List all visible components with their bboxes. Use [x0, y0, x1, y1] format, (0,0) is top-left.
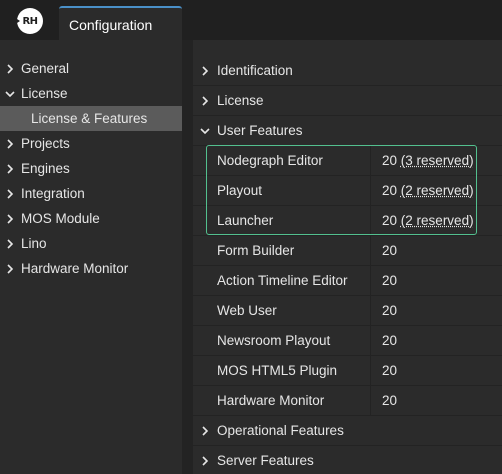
sidebar: General License License & Features Proje…	[0, 40, 182, 474]
feature-name: Web User	[217, 303, 277, 318]
feature-name: Newsroom Playout	[217, 333, 331, 348]
panel-divider[interactable]	[182, 40, 193, 474]
feature-row-launcher: Launcher 20 (2 reserved)	[193, 206, 502, 236]
column-separator	[370, 326, 371, 355]
feature-name: Launcher	[217, 213, 274, 228]
feature-row-form-builder: Form Builder 20	[193, 236, 502, 266]
section-label: Identification	[217, 63, 293, 78]
feature-count: 20	[382, 303, 398, 318]
top-bar: RH Configuration	[0, 0, 502, 40]
chevron-right-icon[interactable]	[4, 56, 16, 81]
section-operational-features[interactable]: Operational Features	[193, 416, 502, 446]
sidebar-item-projects[interactable]: Projects	[0, 131, 182, 156]
column-separator	[370, 386, 371, 415]
sidebar-item-label: MOS Module	[21, 211, 100, 226]
sidebar-item-label: License & Features	[31, 111, 148, 126]
column-separator	[370, 236, 371, 265]
feature-count: 20	[382, 243, 398, 258]
feature-row-newsroom-playout: Newsroom Playout 20	[193, 326, 502, 356]
sidebar-item-lino[interactable]: Lino	[0, 231, 182, 256]
chevron-right-icon[interactable]	[4, 231, 16, 256]
section-label: Operational Features	[217, 423, 344, 438]
reserved-link[interactable]: (2 reserved)	[401, 183, 474, 198]
column-separator	[370, 146, 371, 175]
sidebar-item-hardware-monitor[interactable]: Hardware Monitor	[0, 256, 182, 281]
section-server-features[interactable]: Server Features	[193, 446, 502, 474]
feature-count: 20	[382, 183, 398, 198]
feature-name: Hardware Monitor	[217, 393, 325, 408]
column-separator	[370, 206, 371, 235]
feature-count: 20	[382, 273, 398, 288]
feature-row-mos-html5-plugin: MOS HTML5 Plugin 20	[193, 356, 502, 386]
feature-name: Form Builder	[217, 243, 295, 258]
section-label: User Features	[217, 123, 303, 138]
feature-count: 20	[382, 213, 398, 228]
feature-count: 20	[382, 333, 398, 348]
reserved-link[interactable]: (2 reserved)	[401, 213, 474, 228]
section-label: Server Features	[217, 453, 314, 468]
column-separator	[370, 266, 371, 295]
sidebar-item-general[interactable]: General	[0, 56, 182, 81]
chevron-right-icon[interactable]	[4, 156, 16, 181]
sidebar-item-engines[interactable]: Engines	[0, 156, 182, 181]
section-user-features[interactable]: User Features	[193, 116, 502, 146]
feature-value: 20 (2 reserved)	[382, 206, 474, 235]
chevron-right-icon[interactable]	[4, 256, 16, 281]
feature-name: Action Timeline Editor	[217, 273, 348, 288]
main-panel: Identification License User Features Nod…	[193, 40, 502, 474]
chevron-right-icon[interactable]	[199, 416, 211, 445]
feature-name: Nodegraph Editor	[217, 153, 323, 168]
sidebar-item-label: Lino	[21, 236, 47, 251]
column-separator	[370, 176, 371, 205]
sidebar-item-label: Projects	[21, 136, 70, 151]
chevron-right-icon[interactable]	[199, 446, 211, 474]
feature-value: 20 (3 reserved)	[382, 146, 474, 175]
sidebar-item-label: License	[21, 86, 68, 101]
feature-row-web-user: Web User 20	[193, 296, 502, 326]
section-identification[interactable]: Identification	[193, 56, 502, 86]
sidebar-item-label: Engines	[21, 161, 70, 176]
app-logo: RH	[14, 8, 43, 34]
section-license[interactable]: License	[193, 86, 502, 116]
chevron-right-icon[interactable]	[199, 56, 211, 85]
feature-count: 20	[382, 393, 398, 408]
reserved-link[interactable]: (3 reserved)	[401, 153, 474, 168]
sidebar-item-label: Hardware Monitor	[21, 261, 129, 276]
sidebar-item-license-features[interactable]: License & Features	[0, 106, 182, 131]
feature-name: MOS HTML5 Plugin	[217, 363, 338, 378]
sidebar-item-label: Integration	[21, 186, 85, 201]
feature-count: 20	[382, 363, 398, 378]
feature-row-nodegraph-editor: Nodegraph Editor 20 (3 reserved)	[193, 146, 502, 176]
tab-label: Configuration	[69, 17, 153, 33]
feature-value: 20 (2 reserved)	[382, 176, 474, 205]
tab-configuration[interactable]: Configuration	[59, 6, 182, 40]
chevron-right-icon[interactable]	[4, 181, 16, 206]
sidebar-item-integration[interactable]: Integration	[0, 181, 182, 206]
feature-count: 20	[382, 153, 398, 168]
section-label: License	[217, 93, 264, 108]
chevron-right-icon[interactable]	[199, 86, 211, 115]
logo-notch	[14, 17, 20, 25]
chevron-right-icon[interactable]	[4, 131, 16, 156]
chevron-down-icon[interactable]	[4, 81, 16, 106]
column-separator	[370, 356, 371, 385]
logo-text: RH	[22, 15, 38, 27]
sidebar-item-label: General	[21, 61, 70, 76]
feature-name: Playout	[217, 183, 263, 198]
feature-row-hardware-monitor: Hardware Monitor 20	[193, 386, 502, 416]
sidebar-item-mos-module[interactable]: MOS Module	[0, 206, 182, 231]
feature-row-action-timeline-editor: Action Timeline Editor 20	[193, 266, 502, 296]
chevron-down-icon[interactable]	[199, 116, 211, 145]
chevron-right-icon[interactable]	[4, 206, 16, 231]
column-separator	[370, 296, 371, 325]
feature-row-playout: Playout 20 (2 reserved)	[193, 176, 502, 206]
sidebar-item-license[interactable]: License	[0, 81, 182, 106]
